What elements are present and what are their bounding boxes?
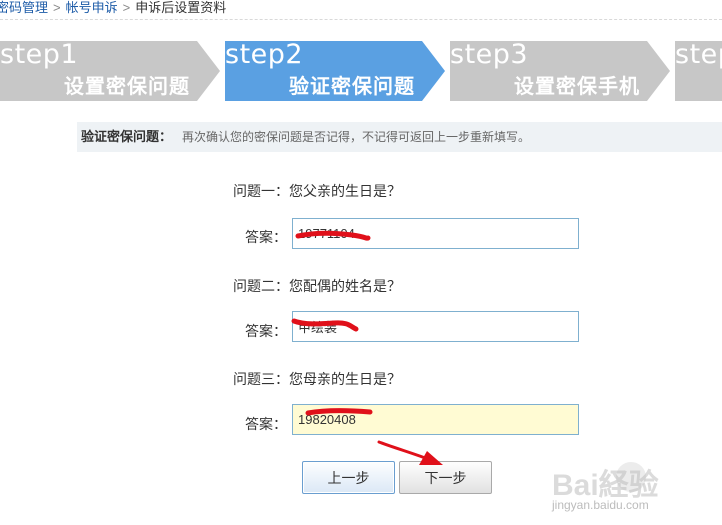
breadcrumb: 密码管理 > 帐号申诉 > 申诉后设置资料: [0, 0, 722, 20]
question-2-label: 问题二：您配偶的姓名是？: [233, 278, 401, 294]
section-description: 再次确认您的密保问题是否记得，不记得可返回上一步重新填写。: [182, 130, 531, 144]
section-title: 验证密保问题：: [81, 129, 173, 144]
breadcrumb-link-password-management[interactable]: 密码管理: [0, 0, 48, 15]
baidu-paw-icon: [616, 462, 646, 492]
previous-step-button[interactable]: 上一步: [302, 461, 395, 494]
step-4-partial: step: [675, 41, 722, 101]
step-2-title: 验证密保问题: [289, 74, 415, 98]
question-1-label: 问题一：您父亲的生日是？: [233, 183, 401, 199]
breadcrumb-separator: >: [53, 0, 61, 15]
step-2-verify-security-questions: step2 验证密保问题: [225, 39, 445, 101]
answer-1-input[interactable]: [292, 218, 579, 249]
step-2-number: step2: [225, 39, 304, 70]
breadcrumb-link-account-appeal[interactable]: 帐号申诉: [66, 0, 118, 15]
answer-3-input[interactable]: [292, 404, 579, 435]
step-indicator: step1 设置密保问题 step2 验证密保问题 step3 设置密保手机 s…: [0, 39, 722, 101]
step-1-number: step1: [0, 39, 79, 70]
answer-2-label: 答案：: [245, 323, 287, 339]
answer-3-label: 答案：: [245, 416, 287, 432]
breadcrumb-separator: >: [122, 0, 131, 15]
answer-2-input[interactable]: [292, 311, 579, 342]
baidu-jingyan-watermark: Bai経验 jingyan.baidu.com: [550, 460, 720, 520]
step-3-set-security-phone: step3 设置密保手机: [450, 39, 670, 101]
watermark-logo: Bai経验: [552, 469, 659, 502]
watermark-url: jingyan.baidu.com: [552, 498, 649, 512]
step-3-title: 设置密保手机: [514, 74, 640, 98]
section-info-bar: 验证密保问题： 再次确认您的密保问题是否记得，不记得可返回上一步重新填写。: [77, 122, 722, 152]
question-3-label: 问题三：您母亲的生日是？: [233, 371, 401, 387]
step-1-set-security-questions: step1 设置密保问题: [0, 39, 220, 101]
step-3-number: step3: [450, 39, 529, 70]
breadcrumb-current: 申诉后设置资料: [135, 0, 227, 15]
step-4-number: step: [675, 41, 722, 70]
answer-1-label: 答案：: [245, 229, 287, 245]
next-step-button[interactable]: 下一步: [399, 461, 492, 494]
step-1-title: 设置密保问题: [64, 74, 190, 98]
